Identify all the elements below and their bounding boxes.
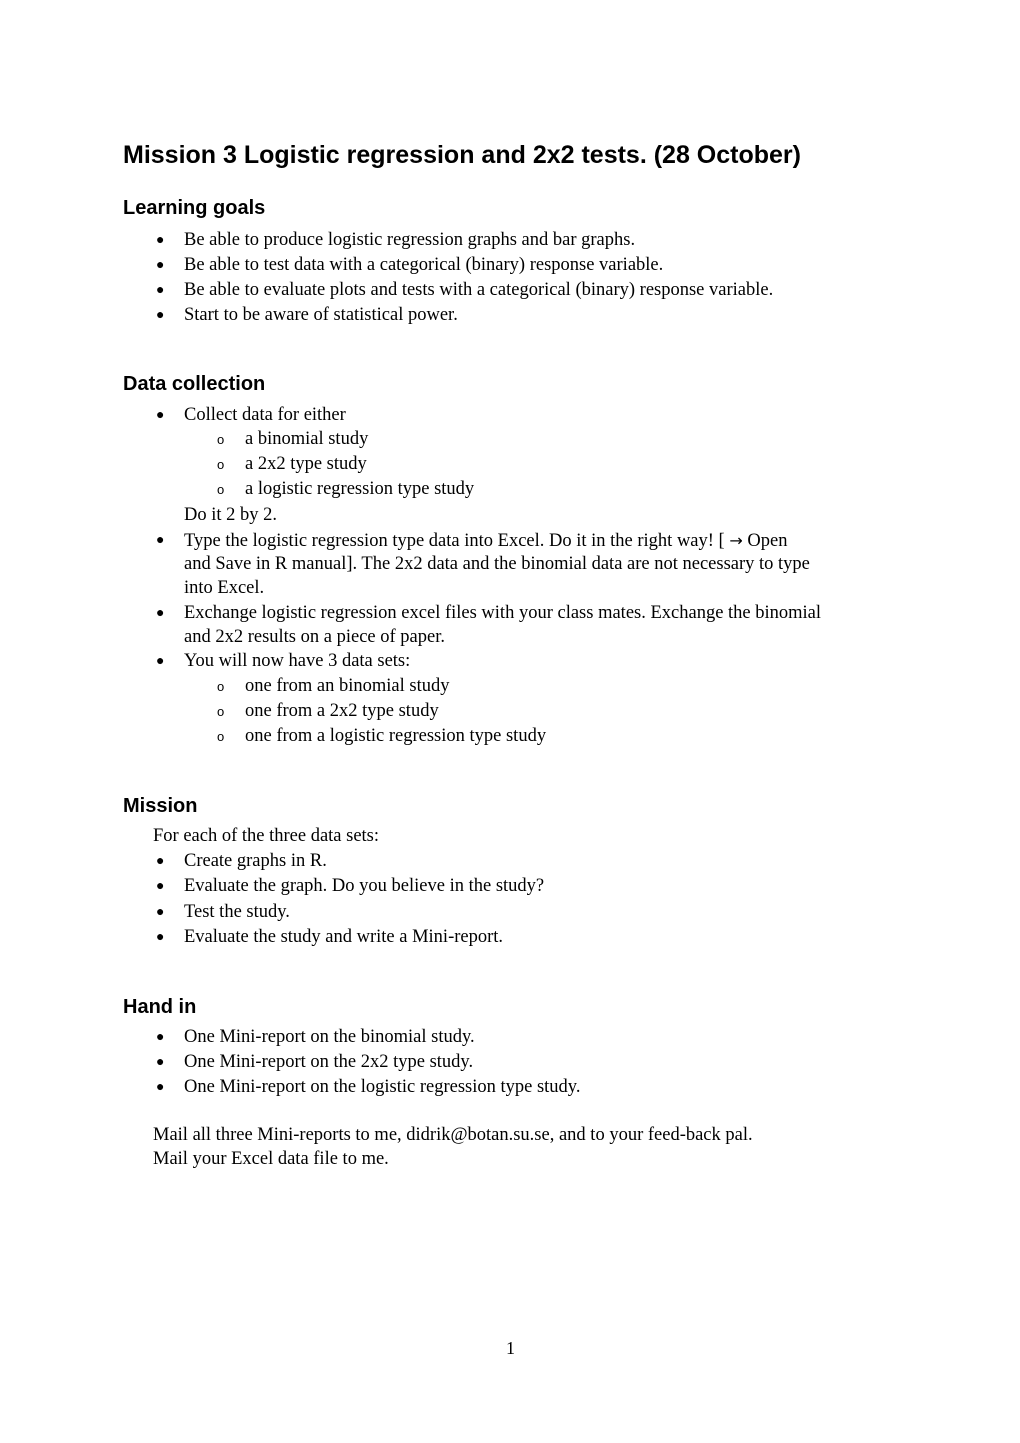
mail-instruction: Mail all three Mini-reports to me, didri… <box>153 1125 753 1145</box>
bullet-icon: ● <box>156 854 165 869</box>
sub-list-item: a 2x2 type study <box>245 454 367 474</box>
list-item-continuation: and 2x2 results on a piece of paper. <box>184 627 445 647</box>
list-item-continuation: into Excel. <box>184 578 265 598</box>
list-item: Evaluate the study and write a Mini-repo… <box>184 927 504 947</box>
bullet-icon: ● <box>156 408 165 423</box>
bullet-icon: ● <box>156 606 165 621</box>
intro-text: For each of the three data sets: <box>153 826 380 846</box>
bullet-icon: ● <box>156 1030 165 1045</box>
circle-bullet-icon: o <box>217 729 225 744</box>
bullet-icon: ● <box>156 879 165 894</box>
bullet-icon: ● <box>156 533 165 548</box>
list-item: Type the logistic regression type data i… <box>184 528 787 554</box>
bullet-icon: ● <box>156 1080 165 1095</box>
sub-list-item: one from a logistic regression type stud… <box>245 726 547 746</box>
list-item: One Mini-report on the binomial study. <box>184 1027 475 1047</box>
sub-list-item: a binomial study <box>245 429 369 449</box>
list-item-text: Type the logistic regression type data i… <box>184 531 730 551</box>
bullet-icon: ● <box>156 1055 165 1070</box>
circle-bullet-icon: o <box>217 704 225 719</box>
list-item: Collect data for either <box>184 405 346 425</box>
list-item: Be able to test data with a categorical … <box>184 255 664 275</box>
bullet-icon: ● <box>156 308 165 323</box>
circle-bullet-icon: o <box>217 432 225 447</box>
sub-list-item: a logistic regression type study <box>245 479 475 499</box>
list-item: Be able to produce logistic regression g… <box>184 230 636 250</box>
list-item: Test the study. <box>184 902 290 922</box>
list-item: One Mini-report on the 2x2 type study. <box>184 1052 474 1072</box>
heading-hand-in: Hand in <box>123 996 197 1018</box>
list-item-text: Open <box>742 531 788 551</box>
list-item-continuation: and Save in R manual]. The 2x2 data and … <box>184 554 810 574</box>
heading-mission: Mission <box>123 795 198 817</box>
circle-bullet-icon: o <box>217 679 225 694</box>
circle-bullet-icon: o <box>217 457 225 472</box>
bullet-icon: ● <box>156 930 165 945</box>
bullet-icon: ● <box>156 654 165 669</box>
sub-list-item: one from an binomial study <box>245 676 450 696</box>
heading-learning-goals: Learning goals <box>123 197 266 219</box>
list-item: Exchange logistic regression excel files… <box>184 603 822 623</box>
circle-bullet-icon: o <box>217 482 225 497</box>
list-item: You will now have 3 data sets: <box>184 651 411 671</box>
note-text: Do it 2 by 2. <box>184 505 278 525</box>
bullet-icon: ● <box>156 283 165 298</box>
sub-list-item: one from a 2x2 type study <box>245 701 439 721</box>
arrow-right-icon: → <box>729 531 743 550</box>
page-number: 1 <box>506 1338 515 1358</box>
bullet-icon: ● <box>156 258 165 273</box>
list-item: Be able to evaluate plots and tests with… <box>184 280 774 300</box>
heading-data-collection: Data collection <box>123 373 266 395</box>
bullet-icon: ● <box>156 233 165 248</box>
list-item: Evaluate the graph. Do you believe in th… <box>184 876 545 896</box>
document-title: Mission 3 Logistic regression and 2x2 te… <box>123 141 801 169</box>
list-item: Start to be aware of statistical power. <box>184 305 458 325</box>
list-item: One Mini-report on the logistic regressi… <box>184 1077 581 1097</box>
document-page: Mission 3 Logistic regression and 2x2 te… <box>0 0 1020 1443</box>
list-item: Create graphs in R. <box>184 851 327 871</box>
mail-instruction: Mail your Excel data file to me. <box>153 1149 389 1169</box>
bullet-icon: ● <box>156 905 165 920</box>
